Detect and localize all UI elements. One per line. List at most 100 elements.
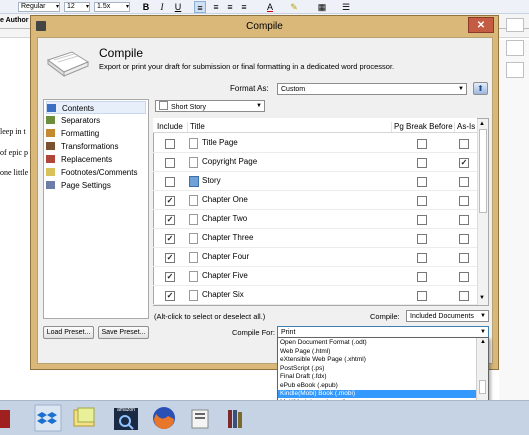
highlight-icon[interactable]: ✎ (288, 1, 300, 13)
dropdown-option[interactable]: ePub eBook (.epub) (278, 382, 476, 390)
books-icon[interactable] (222, 404, 250, 432)
include-checkbox[interactable]: ✓ (165, 196, 175, 206)
panel-button[interactable] (506, 62, 524, 78)
panel-button[interactable] (506, 40, 524, 56)
as-is-checkbox[interactable] (459, 177, 469, 187)
close-button[interactable]: ✕ (468, 17, 494, 33)
dropbox-icon[interactable] (34, 404, 62, 432)
contents-icon (47, 104, 56, 112)
sidebar-item-page-settings[interactable]: Page Settings (46, 179, 146, 192)
save-preset-button[interactable]: Save Preset... (98, 326, 149, 339)
as-is-checkbox[interactable] (459, 196, 469, 206)
align-right-icon[interactable]: ≡ (224, 1, 236, 13)
include-checkbox[interactable]: ✓ (165, 215, 175, 225)
scroll-up-icon[interactable]: ▲ (479, 121, 485, 127)
dialog-title: Compile (246, 21, 283, 32)
compile-select[interactable]: Included Documents ▼ (406, 310, 489, 322)
dropdown-option[interactable]: eXtensible Web Page (.xhtml) (278, 356, 476, 364)
column-header-pg-break[interactable]: Pg Break Before (391, 122, 453, 132)
format-up-button[interactable]: ⬆ (473, 82, 488, 95)
row-title: Chapter Five (202, 271, 248, 280)
as-is-checkbox[interactable] (459, 272, 469, 282)
as-is-checkbox[interactable] (459, 139, 469, 149)
bold-button[interactable]: B (140, 1, 152, 13)
include-checkbox[interactable] (165, 158, 175, 168)
column-header-title[interactable]: Title (187, 122, 205, 132)
format-as-select[interactable]: Custom ▼ (277, 83, 467, 95)
as-is-checkbox[interactable]: ✓ (459, 158, 469, 168)
font-size-select[interactable]: 12 ▾ (64, 2, 90, 12)
table-row[interactable]: Copyright Page ✓ (153, 153, 477, 172)
table-row[interactable]: ✓ Chapter One (153, 191, 477, 210)
page-break-checkbox[interactable] (417, 215, 427, 225)
doc-text-line[interactable]: one little (0, 168, 28, 177)
text-color-button[interactable]: A (264, 1, 276, 13)
taskbar-edge-icon[interactable] (0, 410, 10, 428)
page-break-checkbox[interactable] (417, 177, 427, 187)
include-checkbox[interactable]: ✓ (165, 253, 175, 263)
dropdown-option[interactable]: Final Draft (.fdx) (278, 373, 476, 381)
page-break-checkbox[interactable] (417, 158, 427, 168)
table-row[interactable]: Title Page (153, 134, 477, 153)
dialog-titlebar[interactable]: Compile (30, 15, 499, 37)
as-is-checkbox[interactable] (459, 253, 469, 263)
line-spacing-select[interactable]: 1.5x ▾ (94, 2, 130, 12)
align-left-icon[interactable]: ≡ (194, 1, 206, 13)
italic-button[interactable]: I (156, 1, 168, 13)
sidebar-item-formatting[interactable]: Formatting (46, 127, 146, 140)
list-icon[interactable]: ☰ (340, 1, 352, 13)
load-preset-button[interactable]: Load Preset... (43, 326, 94, 339)
page-break-checkbox[interactable] (417, 291, 427, 301)
column-header-include[interactable]: Include (157, 122, 183, 131)
include-checkbox[interactable]: ✓ (165, 234, 175, 244)
page-break-checkbox[interactable] (417, 139, 427, 149)
page-break-checkbox[interactable] (417, 234, 427, 244)
font-style-select[interactable]: Regular ▾ (18, 2, 60, 12)
dropdown-option[interactable]: PostScript (.ps) (278, 365, 476, 373)
as-is-checkbox[interactable] (459, 215, 469, 225)
notes-icon[interactable] (70, 404, 98, 432)
scroll-up-icon[interactable]: ▲ (480, 339, 486, 345)
page-break-checkbox[interactable] (417, 253, 427, 263)
include-checkbox[interactable]: ✓ (165, 272, 175, 282)
table-row[interactable]: ✓ Chapter Five (153, 267, 477, 286)
scroll-down-icon[interactable]: ▼ (479, 295, 485, 301)
scroll-thumb[interactable] (479, 129, 487, 213)
page-break-checkbox[interactable] (417, 272, 427, 282)
dropdown-option[interactable]: Kindle(Mobi) Book (.mobi) (278, 390, 476, 398)
amazon-icon[interactable]: amazon (112, 404, 140, 432)
table-row[interactable]: ✓ Chapter Three (153, 229, 477, 248)
column-header-as-is[interactable]: As-Is (454, 122, 475, 132)
doc-text-line[interactable]: leep in t (0, 127, 26, 136)
sidebar-item-separators[interactable]: Separators (46, 114, 146, 127)
include-checkbox[interactable]: ✓ (165, 291, 175, 301)
doc-text-line[interactable]: of epic p (0, 148, 28, 157)
table-row[interactable]: ✓ Chapter Six (153, 286, 477, 305)
scroll-thumb[interactable] (479, 380, 486, 394)
dropdown-option[interactable]: Open Document Format (.odt) (278, 339, 476, 347)
sidebar-item-transformations[interactable]: Transformations (46, 140, 146, 153)
scrivener-icon[interactable] (186, 404, 214, 432)
page-break-checkbox[interactable] (417, 196, 427, 206)
compile-for-label: Compile For: (232, 328, 275, 337)
panel-button[interactable] (506, 18, 524, 32)
sidebar-item-footnotes-comments[interactable]: Footnotes/Comments (46, 166, 146, 179)
align-center-icon[interactable]: ≡ (210, 1, 222, 13)
table-row[interactable]: ✓ Chapter Two (153, 210, 477, 229)
table-icon[interactable]: ▦ (316, 1, 328, 13)
include-checkbox[interactable] (165, 177, 175, 187)
as-is-checkbox[interactable] (459, 234, 469, 244)
justify-icon[interactable]: ≡ (238, 1, 250, 13)
include-checkbox[interactable] (165, 139, 175, 149)
underline-button[interactable]: U (172, 1, 184, 13)
sidebar-item-replacements[interactable]: Replacements (46, 153, 146, 166)
table-row[interactable]: ✓ Chapter Four (153, 248, 477, 267)
filter-select[interactable]: Short Story ▼ (155, 100, 265, 112)
firefox-icon[interactable] (150, 404, 178, 432)
dropdown-option[interactable]: Web Page (.html) (278, 348, 476, 356)
table-scrollbar[interactable]: ▲ ▼ (477, 119, 488, 305)
sidebar-item-contents[interactable]: Contents (46, 101, 146, 114)
table-row[interactable]: Story (153, 172, 477, 191)
chevron-down-icon: ▼ (480, 313, 486, 319)
as-is-checkbox[interactable] (459, 291, 469, 301)
